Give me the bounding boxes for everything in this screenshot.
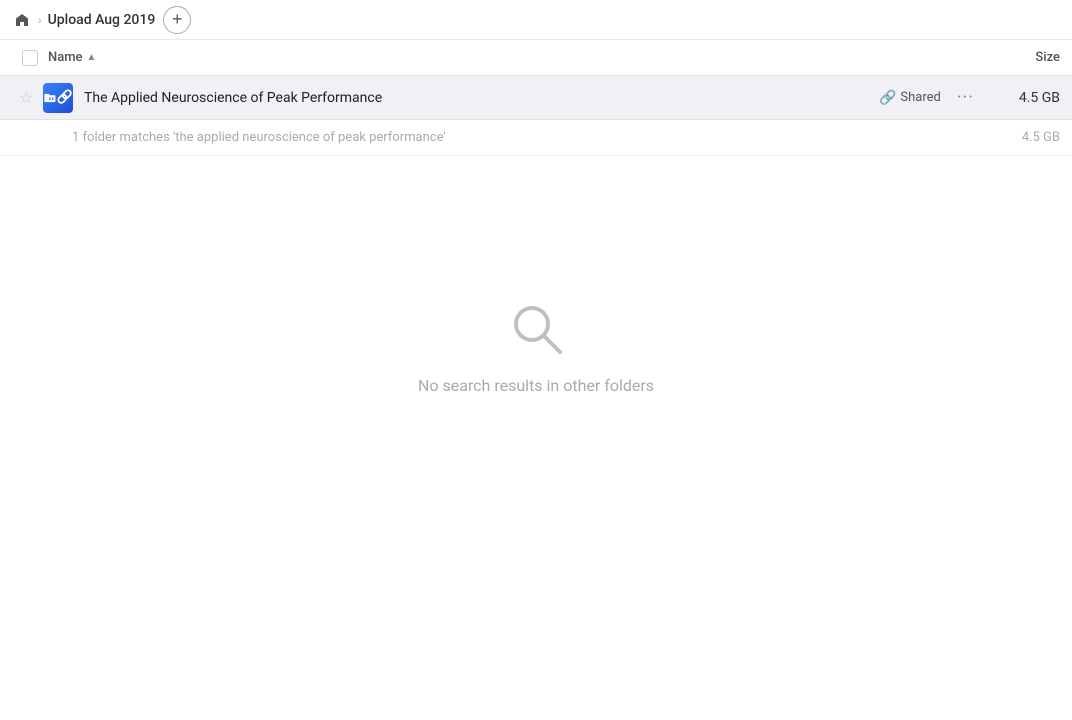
shared-label: Shared [900,90,940,105]
breadcrumb-separator: › [38,13,42,27]
select-all-checkbox[interactable] [22,50,38,66]
star-col: ☆ [12,88,40,107]
file-name[interactable]: The Applied Neuroscience of Peak Perform… [76,90,879,106]
folder-icon [43,83,73,113]
empty-state: No search results in other folders [0,156,1072,395]
breadcrumb: › Upload Aug 2019 [12,10,155,30]
link-icon: 🔗 [879,90,896,106]
star-icon[interactable]: ☆ [19,88,33,107]
file-row[interactable]: ☆ The Applied Neuroscience of Peak Perfo… [0,76,1072,120]
match-text: 1 folder matches 'the applied neuroscien… [72,130,990,145]
empty-message: No search results in other folders [418,376,654,395]
column-header-row: Name ▲ Size [0,40,1072,76]
match-row: 1 folder matches 'the applied neuroscien… [0,120,1072,156]
size-column-header[interactable]: Size [980,50,1060,65]
top-bar: › Upload Aug 2019 + [0,0,1072,40]
header-checkbox-col [12,50,48,66]
file-icon-col [40,83,76,113]
no-results-icon [504,296,568,360]
add-button[interactable]: + [163,6,191,34]
more-options-button[interactable]: ··· [957,87,974,108]
file-size: 4.5 GB [990,90,1060,106]
match-size: 4.5 GB [990,130,1060,145]
sort-icon: ▲ [87,52,97,63]
breadcrumb-label[interactable]: Upload Aug 2019 [48,12,156,28]
home-icon[interactable] [12,10,32,30]
shared-badge: 🔗 Shared [879,90,941,106]
name-column-header[interactable]: Name ▲ [48,50,980,65]
